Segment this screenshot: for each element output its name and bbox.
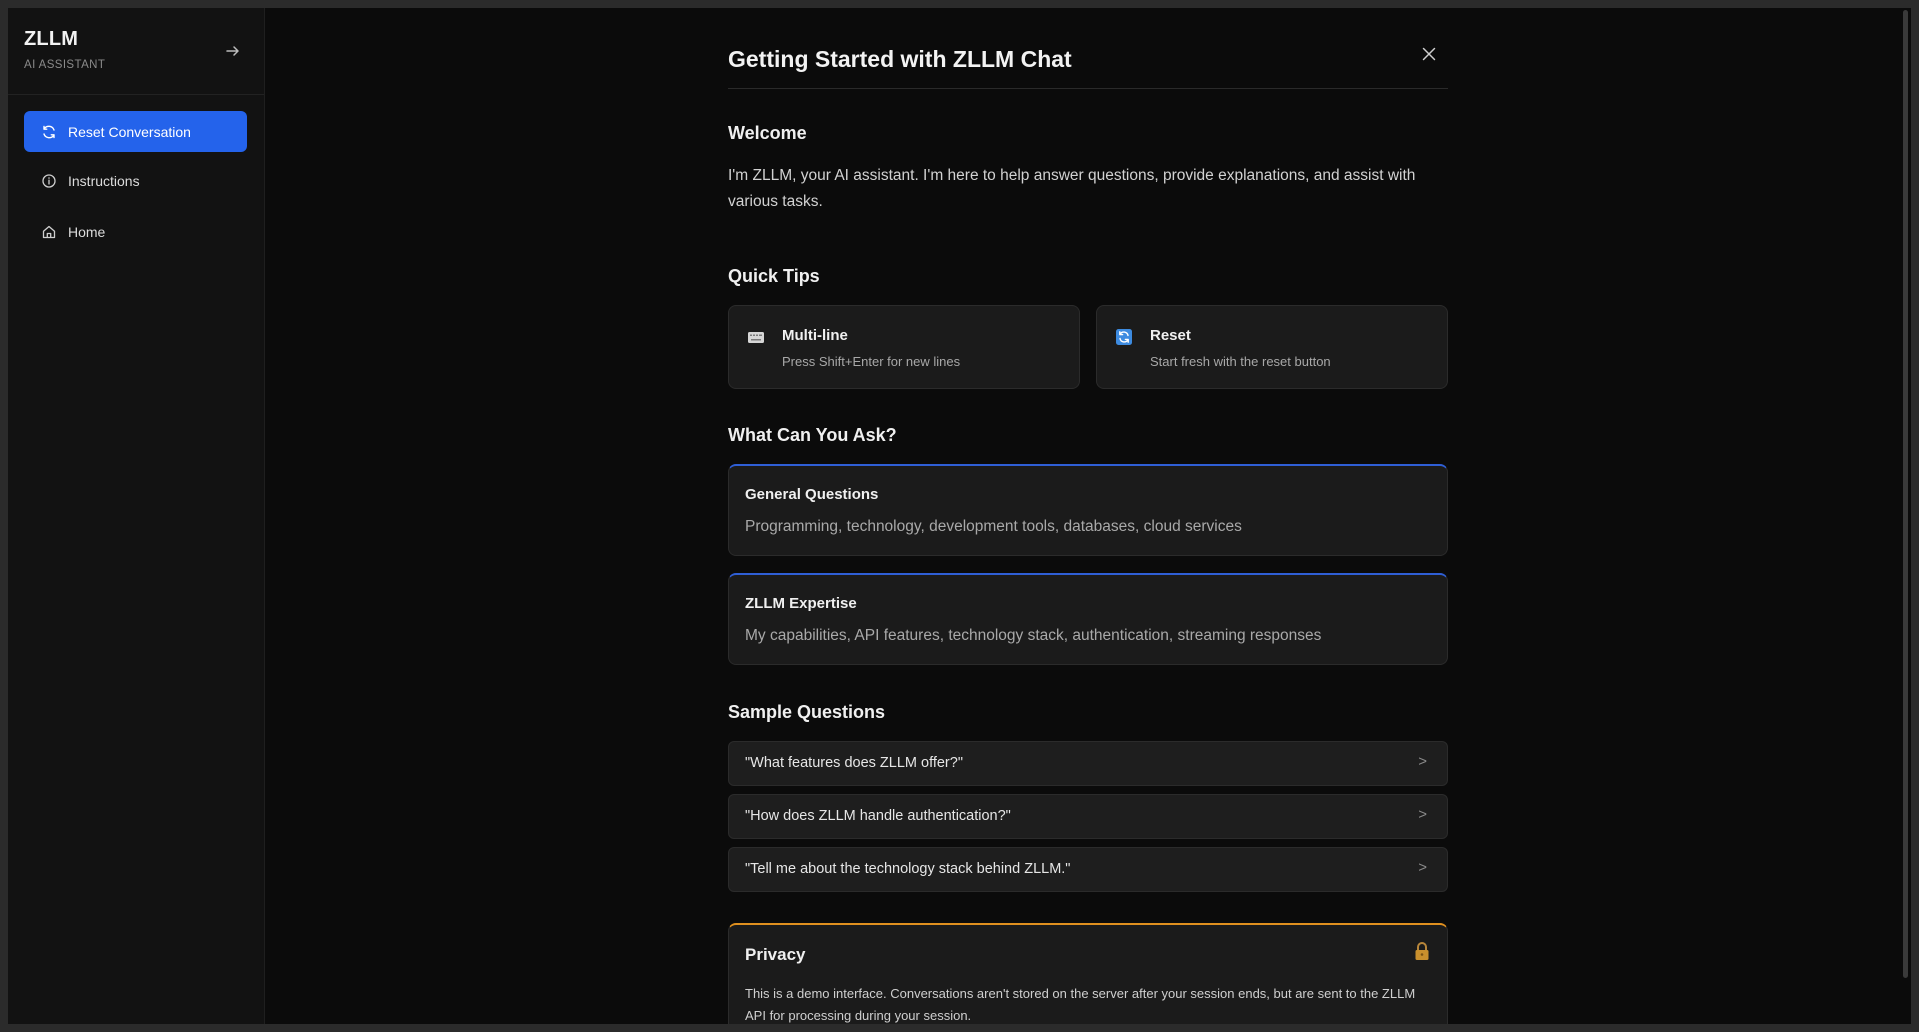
chevron-right-icon: > [1418,753,1427,770]
welcome-heading: Welcome [728,123,807,143]
sample-question-text: "What features does ZLLM offer?" [745,755,963,771]
arrow-right-icon [225,43,241,64]
sidebar-item-label: Instructions [68,172,140,189]
what-can-you-ask-heading: What Can You Ask? [728,425,897,445]
sidebar-item-home[interactable]: Home [24,211,247,252]
privacy-text: This is a demo interface. Conversations … [745,986,1416,1023]
reset-icon [1115,328,1133,346]
ask-card-general-questions: General Questions Programming, technolog… [728,464,1448,556]
modal-title: Getting Started with ZLLM Chat [728,46,1072,72]
close-button[interactable] [1418,45,1440,67]
brand-title: ZLLM [24,28,79,50]
home-icon [40,223,58,241]
modal-header: Getting Started with ZLLM Chat [728,38,1448,89]
refresh-icon [40,123,58,141]
ask-card-description: My capabilities, API features, technolog… [745,627,1322,644]
ask-card-zllm-expertise: ZLLM Expertise My capabilities, API feat… [728,573,1448,665]
close-icon [1422,47,1436,66]
sample-question-button[interactable]: "Tell me about the technology stack behi… [728,847,1448,892]
privacy-heading: Privacy [745,945,806,964]
sidebar-divider [8,94,264,95]
collapse-sidebar-button[interactable] [220,40,246,66]
chevron-right-icon: > [1418,859,1427,876]
tip-description: Start fresh with the reset button [1150,354,1331,369]
privacy-card: Privacy This is a demo interface. Conver… [728,923,1448,1024]
chevron-right-icon: > [1418,806,1427,823]
keyboard-icon [747,328,765,346]
sample-question-text: "How does ZLLM handle authentication?" [745,808,1011,824]
brand-subtitle: AI ASSISTANT [24,59,106,71]
tip-card-reset: Reset Start fresh with the reset button [1096,305,1448,389]
ask-card-title: ZLLM Expertise [745,595,857,612]
ask-card-title: General Questions [745,486,879,503]
sidebar: ZLLM AI ASSISTANT Reset Conversation Ins… [8,8,265,1024]
sidebar-item-label: Home [68,223,106,240]
info-icon [40,172,58,190]
ask-card-description: Programming, technology, development too… [745,518,1242,535]
sample-questions-heading: Sample Questions [728,702,886,722]
quick-tips-heading: Quick Tips [728,266,820,286]
sample-question-button[interactable]: "How does ZLLM handle authentication?" > [728,794,1448,839]
sample-question-button[interactable]: "What features does ZLLM offer?" > [728,741,1448,786]
tip-title: Reset [1150,327,1191,344]
sidebar-item-instructions[interactable]: Instructions [24,160,247,201]
sidebar-item-label: Reset Conversation [68,123,191,140]
brand: ZLLM AI ASSISTANT [24,28,105,71]
scrollbar-thumb[interactable] [1903,10,1908,978]
scrollbar[interactable] [1899,8,1911,1024]
tip-card-multi-line: Multi-line Press Shift+Enter for new lin… [728,305,1080,389]
sample-question-text: "Tell me about the technology stack behi… [745,861,1071,877]
lock-icon [1413,941,1431,961]
sidebar-item-reset-conversation[interactable]: Reset Conversation [24,111,247,152]
tip-description: Press Shift+Enter for new lines [782,354,961,369]
tip-title: Multi-line [782,327,848,344]
welcome-text: I'm ZLLM, your AI assistant. I'm here to… [728,167,1416,210]
app-window: ZLLM AI ASSISTANT Reset Conversation Ins… [8,8,1911,1024]
